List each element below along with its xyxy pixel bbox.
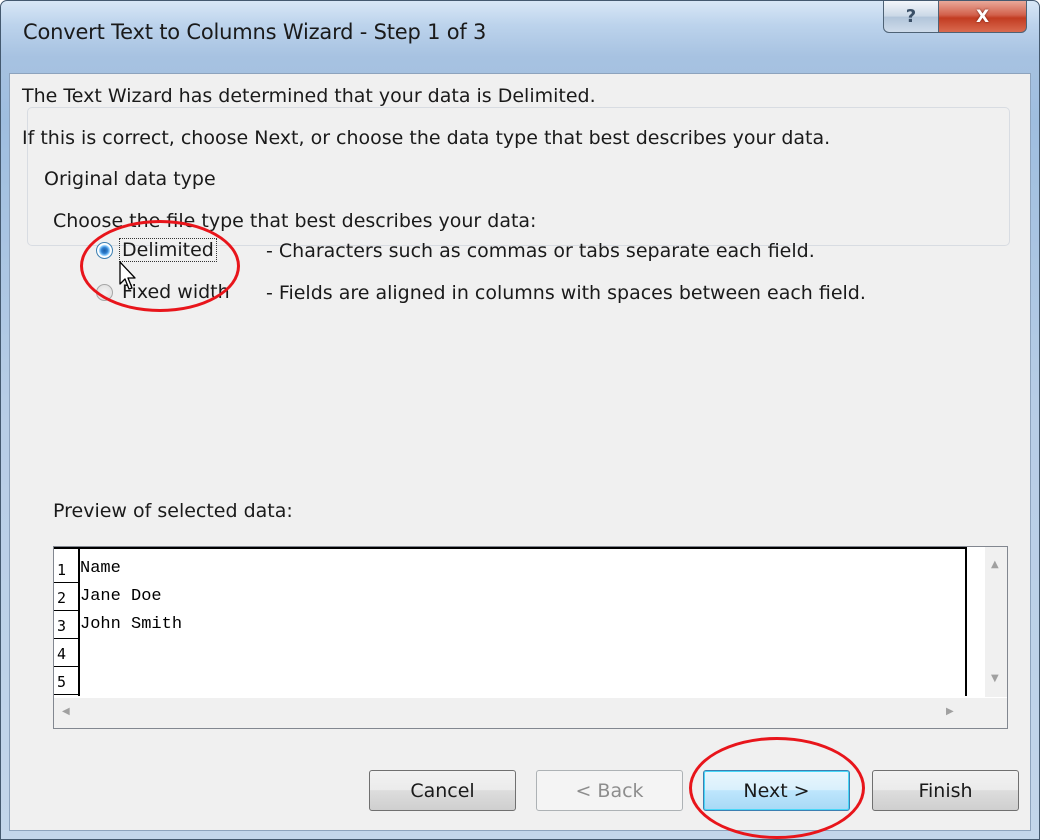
data-preview[interactable]: 1 2 3 4 5 Name Jane Doe John Smith ▲ ▼ ◀… (53, 546, 1008, 729)
next-button[interactable]: Next > (703, 770, 850, 811)
row-number: 1 (57, 561, 67, 579)
row-divider (54, 638, 78, 639)
preview-row-text: Name (80, 559, 121, 578)
delimited-label[interactable]: Delimited (119, 238, 217, 262)
preview-content: 1 2 3 4 5 Name Jane Doe John Smith (54, 547, 967, 696)
file-type-prompt: Choose the file type that best describes… (53, 210, 537, 232)
scroll-up-icon[interactable]: ▲ (991, 559, 999, 570)
scroll-left-icon[interactable]: ◀ (62, 706, 70, 717)
delimited-label-text: Delimited (119, 238, 217, 262)
row-number: 5 (57, 673, 67, 691)
group-label: Original data type (40, 168, 220, 190)
row-divider (54, 610, 78, 611)
scrollbar-corner (985, 698, 1007, 728)
window-title: Convert Text to Columns Wizard - Step 1 … (23, 20, 487, 44)
delimited-radio[interactable] (96, 242, 113, 259)
back-label: < Back (575, 779, 644, 802)
close-button[interactable]: X (939, 1, 1027, 33)
close-icon: X (975, 6, 990, 27)
finish-button[interactable]: Finish (872, 770, 1019, 811)
scroll-right-icon[interactable]: ▶ (946, 706, 954, 717)
horizontal-scrollbar[interactable]: ◀ ▶ (54, 698, 985, 728)
row-divider (54, 666, 78, 667)
scroll-down-icon[interactable]: ▼ (991, 673, 999, 684)
row-number-column: 1 2 3 4 5 (54, 547, 80, 696)
help-icon: ? (905, 6, 917, 27)
title-bar[interactable]: Convert Text to Columns Wizard - Step 1 … (1, 1, 1039, 73)
preview-top-border (54, 547, 967, 549)
vertical-scrollbar[interactable]: ▲ ▼ (985, 547, 1007, 697)
preview-row-text: John Smith (80, 615, 183, 634)
intro-line-1: The Text Wizard has determined that your… (22, 85, 596, 107)
row-number: 4 (57, 645, 67, 663)
finish-label: Finish (918, 779, 973, 802)
delimited-description: - Characters such as commas or tabs sepa… (266, 240, 815, 262)
cancel-button[interactable]: Cancel (369, 770, 516, 811)
next-label: Next > (743, 779, 810, 802)
row-number: 3 (57, 617, 67, 635)
mouse-cursor-icon (119, 261, 136, 290)
preview-row-text: Jane Doe (80, 587, 162, 606)
caption-buttons: ? X (883, 1, 1027, 33)
back-button: < Back (536, 770, 683, 811)
row-divider (54, 694, 78, 695)
fixed-width-description: - Fields are aligned in columns with spa… (266, 282, 866, 304)
preview-right-border (965, 547, 967, 696)
cancel-label: Cancel (410, 779, 475, 802)
preview-label: Preview of selected data: (53, 500, 293, 522)
row-divider (54, 582, 78, 583)
help-button[interactable]: ? (883, 1, 939, 33)
fixed-width-radio[interactable] (96, 284, 113, 301)
row-number: 2 (57, 589, 67, 607)
